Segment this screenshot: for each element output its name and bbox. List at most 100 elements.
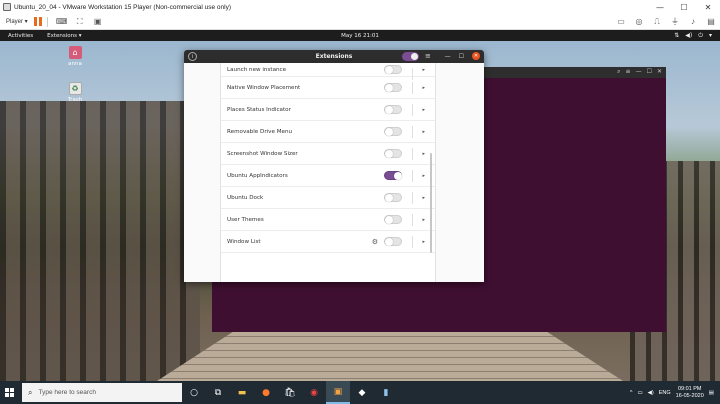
extension-toggle[interactable] <box>384 171 402 180</box>
extension-toggle[interactable] <box>384 149 402 158</box>
extension-row-ubuntu-dock[interactable]: Ubuntu Dock ▸ <box>221 187 435 209</box>
close-button[interactable]: ✕ <box>472 52 480 60</box>
search-icon: ⌕ <box>28 387 33 397</box>
close-icon[interactable]: ✕ <box>657 68 662 76</box>
extension-toggle[interactable] <box>384 83 402 92</box>
start-button[interactable] <box>0 381 18 404</box>
expand-arrow-icon[interactable]: ▸ <box>422 85 425 91</box>
extension-name: Places Status Indicator <box>227 106 291 113</box>
display-icon[interactable]: ▤ <box>705 17 717 27</box>
gear-icon[interactable]: ⚙ <box>372 238 378 246</box>
extension-row-user-themes[interactable]: User Themes ▸ <box>221 209 435 231</box>
expand-arrow-icon[interactable]: ▸ <box>422 151 425 157</box>
extension-toggle[interactable] <box>384 127 402 136</box>
extension-name: Removable Drive Menu <box>227 128 293 135</box>
hard-disk-icon[interactable]: ▭ <box>615 17 627 27</box>
cd-drive-icon[interactable]: ◎ <box>633 17 645 27</box>
extension-toggle[interactable] <box>384 237 402 246</box>
taskbar-time: 09:01 PM <box>677 385 702 392</box>
extension-toggle[interactable] <box>384 193 402 202</box>
power-icon: ⏻ <box>698 31 703 39</box>
system-menu[interactable]: ⇅ ◀) ⏻ ▾ <box>674 32 712 40</box>
vmware-close-button[interactable]: ✕ <box>696 3 720 12</box>
extension-name: User Themes <box>227 216 264 223</box>
expand-arrow-icon[interactable]: ▸ <box>422 129 425 135</box>
taskbar-date: 16-05-2020 <box>675 392 704 399</box>
desktop-icon-label: anna <box>68 61 82 67</box>
row-divider <box>412 82 413 94</box>
taskbar-clock[interactable]: 09:01 PM 16-05-2020 <box>676 386 704 400</box>
vmware-taskbar-icon[interactable]: ▣ <box>326 381 350 404</box>
tray-volume-icon[interactable]: ◀) <box>648 390 654 396</box>
menu-icon[interactable]: ≡ <box>626 68 631 76</box>
scrollbar[interactable] <box>430 153 432 253</box>
gnome-top-bar: Activities Extensions ▾ May 16 21:01 ⇅ ◀… <box>0 30 720 41</box>
vmware-minimize-button[interactable]: — <box>648 3 672 12</box>
minimize-button[interactable]: — <box>445 53 451 60</box>
fullscreen-icon[interactable]: ⛶ <box>74 17 86 27</box>
tray-overflow-icon[interactable]: ^ <box>630 390 633 396</box>
desktop-icon-trash[interactable]: ♻ Trash <box>63 82 87 103</box>
usb-icon[interactable]: ⏚ <box>669 17 681 27</box>
send-ctrl-alt-del-icon[interactable]: ⌨ <box>56 17 68 27</box>
maximize-icon[interactable]: ☐ <box>647 68 652 76</box>
extension-row-screenshot-window-sizer[interactable]: Screenshot Window Sizer ▸ <box>221 143 435 165</box>
tray-network-icon[interactable]: ▭ <box>637 390 642 396</box>
unity-icon[interactable]: ▣ <box>92 17 104 27</box>
task-view-icon[interactable]: ⧉ <box>206 381 230 404</box>
store-icon[interactable]: 🛍 <box>278 381 302 404</box>
extensions-window: i Extensions ≡ — ☐ ✕ Launch new instance… <box>184 50 484 282</box>
extension-toggle[interactable] <box>384 105 402 114</box>
desktop-icon-home[interactable]: ⌂ anna <box>63 46 87 67</box>
media-icon[interactable]: ◆ <box>350 381 374 404</box>
extension-row-places-status-indicator[interactable]: Places Status Indicator ▸ <box>221 99 435 121</box>
row-divider <box>412 104 413 116</box>
sound-icon[interactable]: ♪ <box>687 17 699 27</box>
home-folder-icon: ⌂ <box>68 46 82 59</box>
taskbar-search[interactable]: ⌕ Type here to search <box>22 383 182 402</box>
volume-icon: ◀) <box>685 31 693 39</box>
wallpaper-bridge-rail-left <box>0 101 200 381</box>
hamburger-menu-icon[interactable]: ≡ <box>425 52 431 60</box>
notes-icon[interactable]: ▮ <box>374 381 398 404</box>
expand-arrow-icon[interactable]: ▸ <box>422 173 425 179</box>
extensions-list[interactable]: Launch new instance ▸ Native Window Plac… <box>220 63 436 282</box>
extension-row-ubuntu-appindicators[interactable]: Ubuntu AppIndicators ▸ <box>221 165 435 187</box>
system-tray: ^ ▭ ◀) ENG 09:01 PM 16-05-2020 ▤ <box>630 386 720 400</box>
extension-name: Native Window Placement <box>227 84 301 91</box>
notification-icon[interactable]: ▤ <box>709 390 714 396</box>
desktop-icon-label: Trash <box>67 97 83 103</box>
extensions-master-toggle[interactable] <box>402 52 419 61</box>
row-divider <box>412 148 413 160</box>
expand-arrow-icon[interactable]: ▸ <box>422 107 425 113</box>
windows-logo-icon <box>4 388 14 397</box>
expand-arrow-icon[interactable]: ▸ <box>422 67 425 73</box>
expand-arrow-icon[interactable]: ▸ <box>422 195 425 201</box>
player-menu[interactable]: Player ▾ <box>6 18 28 25</box>
expand-arrow-icon[interactable]: ▸ <box>422 217 425 223</box>
extension-row-native-window-placement[interactable]: Native Window Placement ▸ <box>221 77 435 99</box>
file-explorer-icon[interactable]: ▬ <box>230 381 254 404</box>
expand-arrow-icon[interactable]: ▸ <box>422 239 425 245</box>
chrome-icon[interactable]: ◉ <box>302 381 326 404</box>
cortana-icon[interactable]: ○ <box>182 381 206 404</box>
extension-row-window-list[interactable]: Window List ⚙ ▸ <box>221 231 435 253</box>
extension-name: Launch new instance <box>227 66 287 73</box>
vmware-maximize-button[interactable]: ☐ <box>672 3 696 12</box>
extension-row-launch-new-instance[interactable]: Launch new instance ▸ <box>221 63 435 80</box>
extension-toggle[interactable] <box>384 215 402 224</box>
pause-icon[interactable] <box>33 17 42 26</box>
extension-row-removable-drive-menu[interactable]: Removable Drive Menu ▸ <box>221 121 435 143</box>
minimize-icon[interactable]: — <box>636 68 642 76</box>
row-divider <box>412 126 413 138</box>
vmware-window-title: Ubuntu_20_04 - VMware Workstation 15 Pla… <box>14 3 232 11</box>
firefox-icon[interactable]: ● <box>254 381 278 404</box>
top-bar-clock[interactable]: May 16 21:01 <box>0 33 720 39</box>
network-adapter-icon[interactable]: ⎍ <box>651 17 663 27</box>
extension-toggle[interactable] <box>384 65 402 74</box>
network-icon: ⇅ <box>674 31 680 39</box>
language-indicator[interactable]: ENG <box>659 390 671 396</box>
extensions-title: Extensions <box>315 53 353 60</box>
search-icon[interactable]: ⌕ <box>617 68 620 76</box>
maximize-button[interactable]: ☐ <box>459 53 464 60</box>
